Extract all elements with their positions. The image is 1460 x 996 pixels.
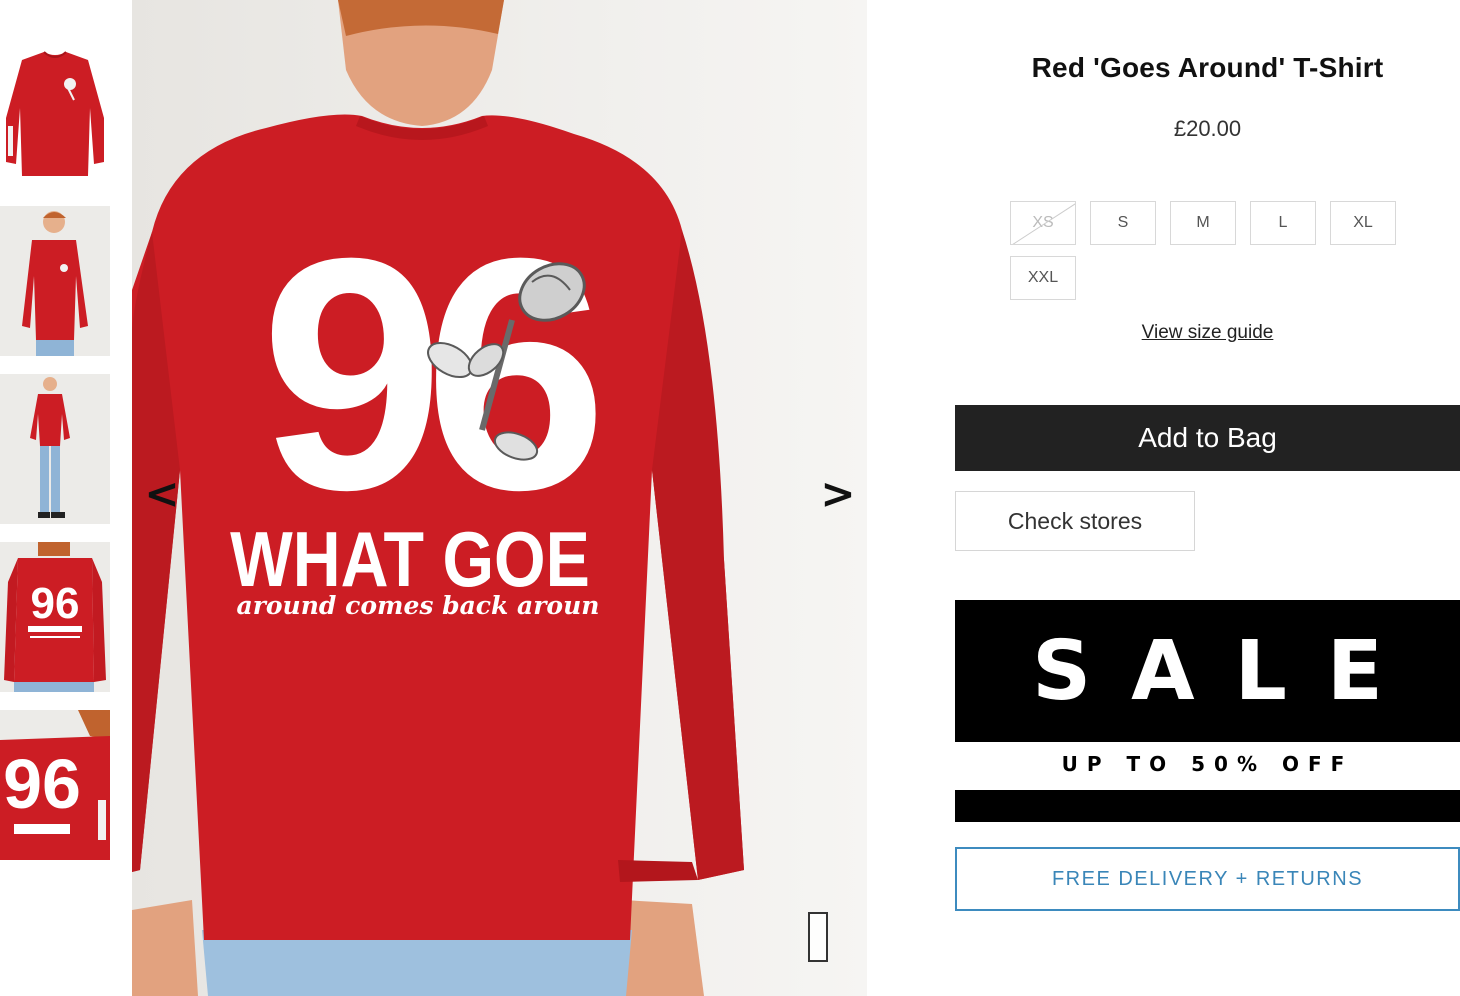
size-option-xxl[interactable]: XXL	[1010, 256, 1076, 300]
product-details-panel: Red 'Goes Around' T-Shirt £20.00 XS S M …	[955, 0, 1460, 996]
product-title: Red 'Goes Around' T-Shirt	[1031, 52, 1384, 83]
thumbnail-front-model[interactable]	[0, 206, 110, 356]
size-option-m[interactable]: M	[1170, 201, 1236, 245]
sale-banner[interactable]: SALE UP TO 50% OFF	[955, 600, 1460, 822]
sale-title: SALE	[1032, 623, 1423, 719]
thumbnail-front-flat[interactable]	[0, 38, 110, 184]
thumbnail-back-closeup[interactable]: 96	[0, 710, 110, 860]
chevron-right-icon: >	[820, 469, 856, 518]
size-option-xs[interactable]: XS	[1010, 201, 1076, 245]
model-back-photo: 96 WHAT GOE around comes back aroun	[132, 0, 867, 996]
thumbnail-full-length-model[interactable]	[0, 374, 110, 524]
sale-banner-top: SALE	[955, 600, 1460, 742]
size-option-xl[interactable]: XL	[1330, 201, 1396, 245]
size-guide-link[interactable]: View size guide	[955, 322, 1460, 344]
sale-subtitle: UP TO 50% OFF	[1061, 752, 1354, 776]
check-stores-button[interactable]: Check stores	[955, 491, 1195, 551]
next-image-button[interactable]: >	[816, 470, 860, 518]
main-product-image: 96 WHAT GOE around comes back aroun < >	[132, 0, 867, 996]
chevron-left-icon: <	[144, 469, 180, 518]
thumbnail-back-model[interactable]: 96	[0, 542, 110, 692]
size-option-s[interactable]: S	[1090, 201, 1156, 245]
product-price: £20.00	[1173, 116, 1242, 141]
print-script: around comes back aroun	[237, 591, 600, 620]
sale-banner-bar	[955, 790, 1460, 822]
add-to-bag-button[interactable]: Add to Bag	[955, 405, 1460, 471]
svg-text:96: 96	[31, 579, 80, 628]
previous-image-button[interactable]: <	[140, 470, 184, 518]
thumbnail-strip: 96 96	[0, 0, 122, 996]
print-number: 96	[260, 189, 599, 558]
free-delivery-banner[interactable]: FREE DELIVERY + RETURNS	[955, 847, 1460, 911]
zoom-icon[interactable]	[808, 912, 828, 962]
svg-text:96: 96	[3, 745, 81, 823]
size-option-l[interactable]: L	[1250, 201, 1316, 245]
